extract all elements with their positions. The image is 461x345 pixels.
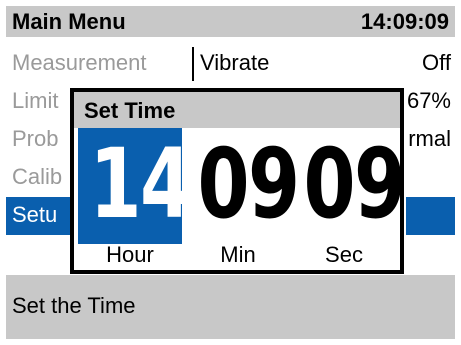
footer-bar: Set the Time [6,275,455,339]
selection-highlight [406,197,455,235]
column-divider [192,47,194,81]
header-bar: Main Menu 14:09:09 [6,6,455,37]
second-label: Sec [325,242,363,267]
minute-value: 09 [197,128,300,240]
menu-item-value-name: Vibrate [200,50,270,75]
minute-field[interactable]: 09 [186,128,300,244]
menu-item-label: Setu [12,202,58,227]
help-text: Set the Time [12,293,136,318]
dialog-title: Set Time [84,98,176,123]
menu-item-value: rmal [408,126,451,151]
menu-item-measurement[interactable]: Measurement Vibrate Off [6,45,455,83]
dialog-body: Set Time 14 09 09 Hour Min Sec [74,92,406,270]
second-field[interactable]: 09 [292,128,406,244]
set-time-dialog: Set Time 14 09 09 Hour Min Sec [70,88,406,274]
menu-item-value: 67% [406,88,451,113]
dialog-title-bar: Set Time [74,92,400,128]
page-title: Main Menu [12,9,126,34]
device-screen: Main Menu 14:09:09 Measurement Vibrate O… [0,0,461,345]
menu-item-label: Limit [12,88,59,113]
menu-item-label: Measurement [12,50,147,75]
hour-field[interactable]: 14 [78,128,192,244]
clock-display: 14:09:09 [360,9,449,34]
second-value: 09 [303,128,406,240]
menu-item-value: Off [422,50,451,75]
hour-value: 14 [89,128,192,240]
minute-label: Min [220,242,256,267]
hour-label: Hour [106,242,154,267]
menu-item-label: Prob [12,126,59,151]
menu-item-label: Calib [12,164,63,189]
